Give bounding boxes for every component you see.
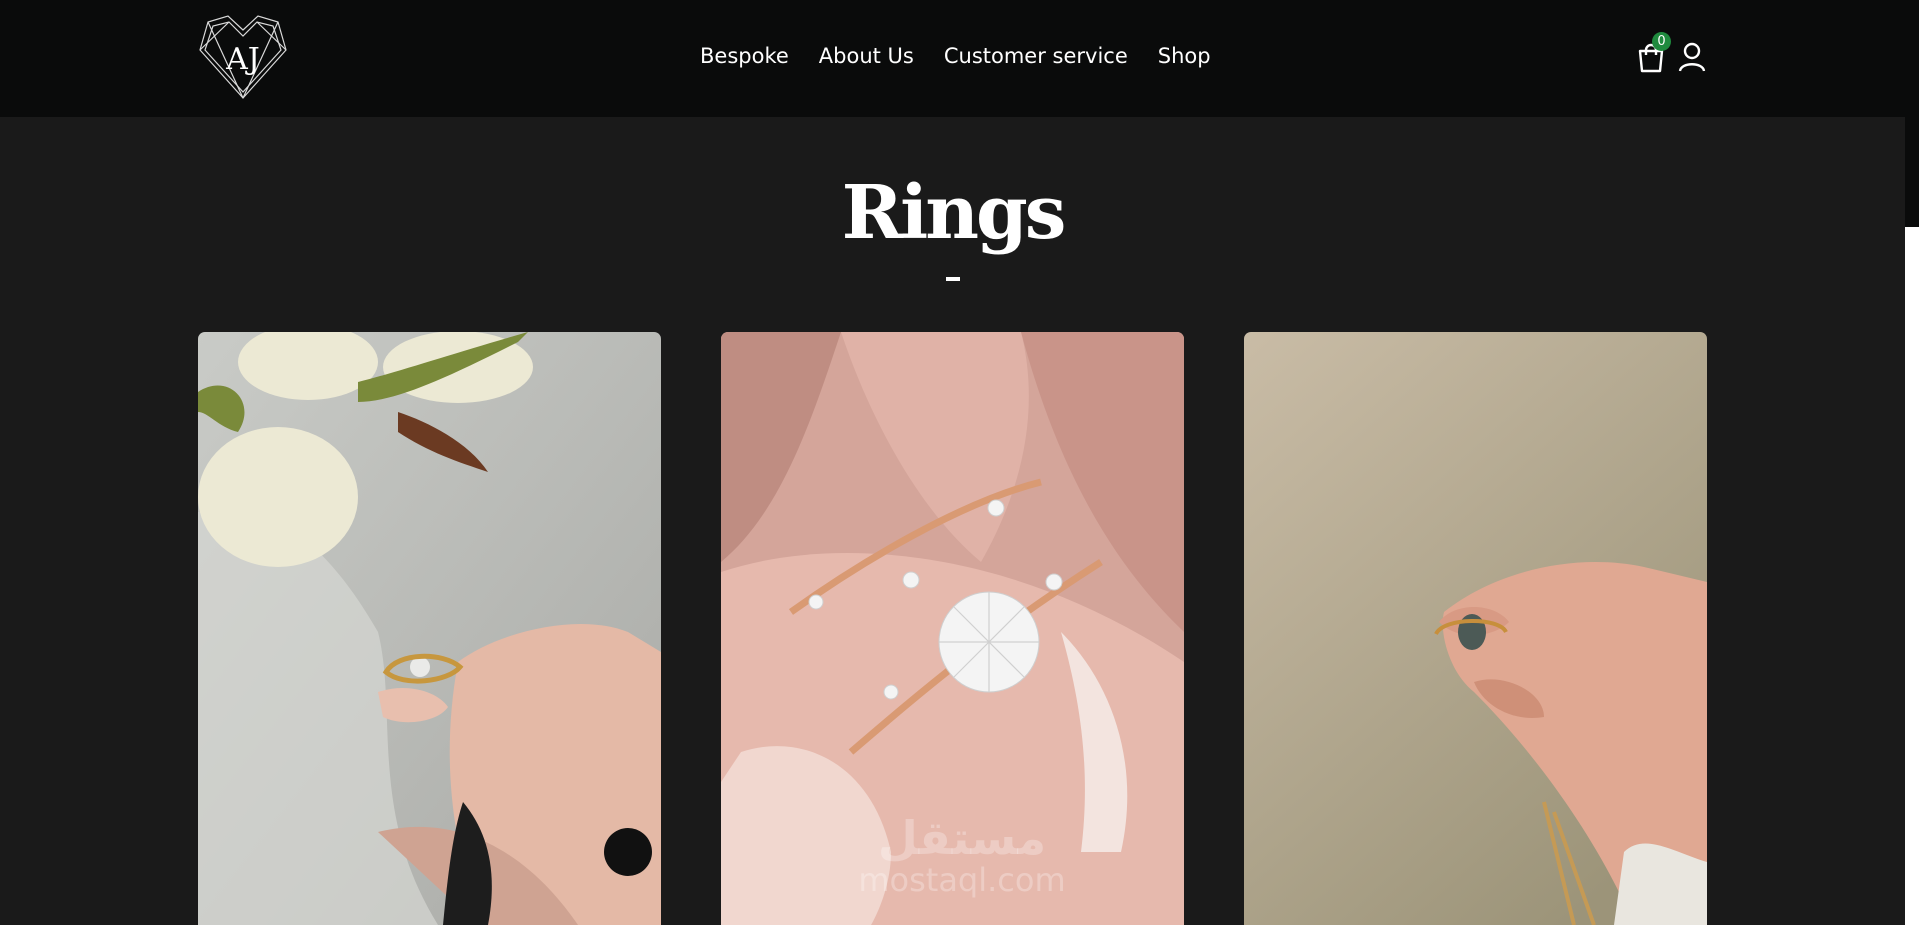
nav-customer-service[interactable]: Customer service xyxy=(944,42,1128,70)
watermark-arabic: مستقل xyxy=(877,811,1047,865)
product-card-3[interactable] xyxy=(1244,332,1707,925)
product-card-1[interactable] xyxy=(198,332,661,925)
product-image-1 xyxy=(198,332,661,925)
watermark: مستقل mostaql.com xyxy=(842,815,1082,899)
logo-heart-icon: AJ xyxy=(199,15,287,99)
nav-shop[interactable]: Shop xyxy=(1158,42,1211,70)
svg-text:AJ: AJ xyxy=(225,42,260,77)
watermark-latin: mostaql.com xyxy=(858,861,1066,899)
main-nav: Bespoke About Us Customer service Shop xyxy=(700,42,1211,70)
site-header: AJ Bespoke About Us Customer service Sho… xyxy=(0,0,1919,117)
title-underline xyxy=(946,277,960,281)
user-icon xyxy=(1678,42,1706,72)
scrollbar-thumb[interactable] xyxy=(1905,227,1919,925)
cart-button[interactable]: 0 xyxy=(1636,32,1671,74)
nav-about-us[interactable]: About Us xyxy=(819,42,914,70)
nav-bespoke[interactable]: Bespoke xyxy=(700,42,789,70)
logo[interactable]: AJ xyxy=(196,14,290,100)
scrollbar-track xyxy=(1905,117,1919,227)
account-button[interactable] xyxy=(1678,42,1706,72)
page-title: Rings xyxy=(841,170,1067,256)
cart-count-badge: 0 xyxy=(1652,32,1671,51)
product-image-3 xyxy=(1244,332,1707,925)
